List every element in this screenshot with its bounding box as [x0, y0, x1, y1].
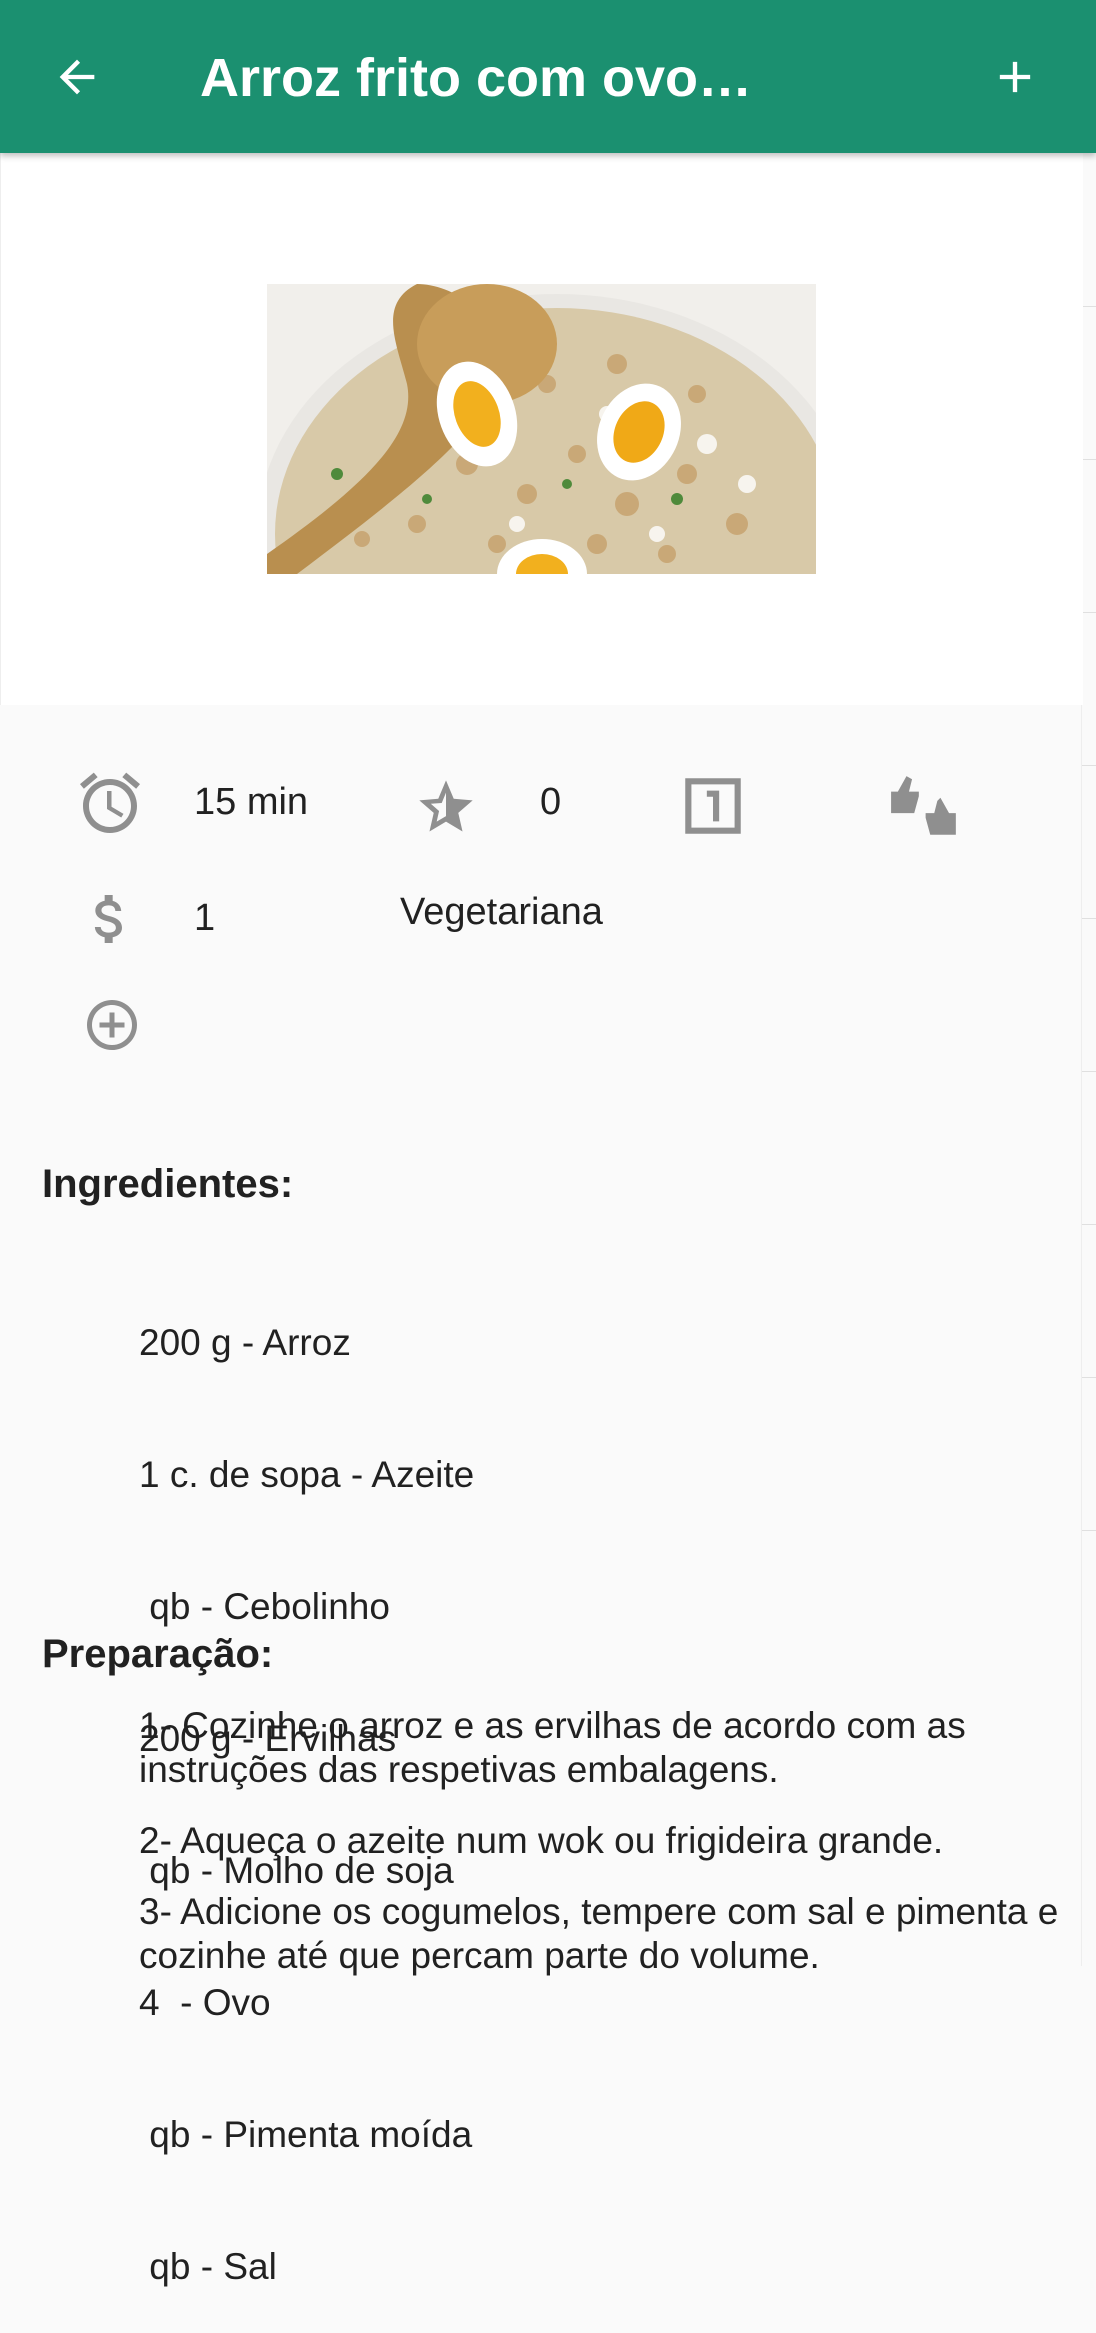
servings-button[interactable]: [676, 769, 750, 843]
dollar-icon: [94, 895, 122, 943]
rating-value: 0: [540, 781, 562, 823]
add-button[interactable]: [982, 44, 1048, 110]
ingredient-item: qb - Pimenta moída: [139, 2114, 473, 2155]
cost-value: 1: [194, 897, 216, 939]
preparation-step: 2- Aqueça o azeite num wok ou frigideira…: [139, 1820, 944, 1861]
alarm-clock-icon: [80, 772, 140, 833]
preparation-steps: 1- Cozinhe o arroz e as ervilhas de acor…: [139, 1704, 1079, 2005]
plus-icon: [999, 61, 1031, 93]
recipe-photo[interactable]: [267, 284, 816, 574]
side-panel-edge: [1081, 153, 1096, 1966]
star-icon: [419, 780, 473, 832]
add-circle-icon: [87, 1000, 137, 1050]
preparation-step: 1- Cozinhe o arroz e as ervilhas de acor…: [139, 1705, 966, 1790]
back-button[interactable]: [44, 44, 110, 110]
ingredient-item: qb - Sal: [139, 2246, 277, 2287]
ingredients-title: Ingredientes:: [42, 1162, 294, 1206]
ingredient-item: 200 g - Arroz: [139, 1322, 351, 1363]
preparation-title: Preparação:: [42, 1632, 274, 1676]
time-info: [74, 767, 146, 839]
ingredient-item: 1 c. de sopa - Azeite: [139, 1454, 475, 1495]
rating-icon-wrap[interactable]: [414, 775, 478, 839]
vote-button[interactable]: [888, 773, 962, 841]
arrow-left-icon: [59, 59, 95, 95]
category-label[interactable]: Vegetariana: [400, 891, 603, 934]
numbered-box-icon: [685, 778, 741, 834]
add-tag-button[interactable]: [82, 995, 142, 1055]
food-image: [267, 284, 816, 574]
recipe-image-area: [0, 153, 1083, 705]
ingredient-item: qb - Cebolinho: [139, 1586, 390, 1627]
time-value: 15 min: [194, 781, 309, 823]
preparation-step: 3- Adicione os cogumelos, tempere com sa…: [139, 1891, 1059, 1976]
page-title: Arroz frito com ovos ...: [200, 48, 760, 108]
recipe-meta: 15 min 0 1 Vegetariana: [0, 705, 1082, 1085]
thumbs-up-down-icon: [891, 776, 956, 835]
cost-icon-wrap: [78, 885, 142, 953]
app-bar: Arroz frito com ovos ...: [0, 0, 1096, 153]
